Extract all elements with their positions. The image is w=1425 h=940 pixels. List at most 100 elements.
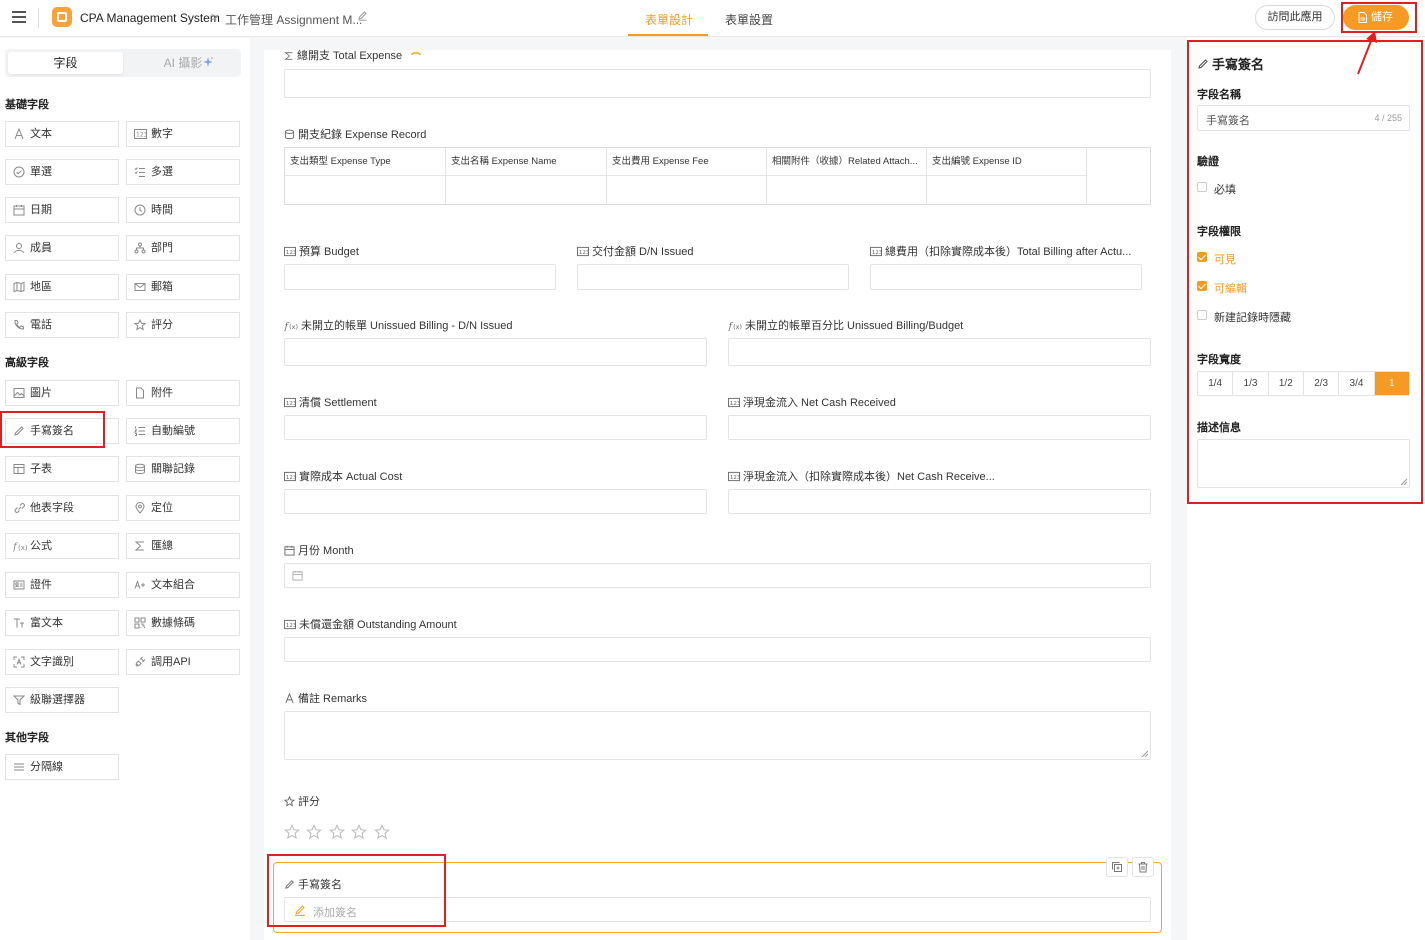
tab-form-design[interactable]: 表單設計	[645, 11, 693, 28]
field-divider[interactable]: 分隔線	[5, 754, 119, 780]
divider	[38, 8, 39, 28]
total-expense-input[interactable]	[284, 69, 1151, 98]
required-checkbox[interactable]	[1197, 182, 1207, 192]
field-phone[interactable]: 電話	[5, 312, 119, 338]
visible-checkbox[interactable]	[1197, 252, 1207, 262]
field-id-card[interactable]: 證件	[5, 572, 119, 598]
width-option-1-2[interactable]: 1/2	[1269, 372, 1304, 395]
tab-ai-photo[interactable]: AI 攝影	[128, 52, 238, 74]
calendar-icon[interactable]	[292, 570, 303, 581]
rating-star-icon[interactable]	[329, 824, 345, 840]
field-text[interactable]: 文本	[5, 121, 119, 147]
field-image-label: 圖片	[30, 387, 52, 399]
table-icon	[13, 463, 25, 475]
field-auto-number[interactable]: 自動編號	[126, 418, 240, 444]
width-option-2-3[interactable]: 2/3	[1304, 372, 1340, 395]
clock-icon	[134, 204, 146, 216]
delete-field-button[interactable]	[1132, 857, 1154, 877]
field-region[interactable]: 地區	[5, 274, 119, 300]
field-location[interactable]: 定位	[126, 495, 240, 521]
field-name-label: 字段名稱	[1197, 89, 1241, 101]
numbered-list-icon	[134, 425, 146, 437]
field-single-select[interactable]: 單選	[5, 159, 119, 185]
field-attachment[interactable]: 附件	[126, 380, 240, 406]
rating-star-icon[interactable]	[284, 824, 300, 840]
field-time[interactable]: 時間	[126, 197, 240, 223]
expense-record-subtable[interactable]: 支出類型 Expense Type 支出名稱 Expense Name 支出費用…	[284, 147, 1151, 205]
field-summary[interactable]: 匯總	[126, 533, 240, 559]
map-icon	[13, 281, 25, 293]
field-member[interactable]: 成員	[5, 235, 119, 261]
location-pin-icon	[134, 502, 146, 514]
field-image[interactable]: 圖片	[5, 380, 119, 406]
width-option-1-4[interactable]: 1/4	[1198, 372, 1234, 395]
field-ocr[interactable]: 文字識別	[5, 649, 119, 675]
resize-handle-icon[interactable]	[1400, 478, 1407, 485]
unissued-billing-input[interactable]	[284, 338, 707, 366]
settlement-input[interactable]	[284, 415, 707, 440]
field-email[interactable]: 郵箱	[126, 274, 240, 300]
field-text-combo[interactable]: 文本組合	[126, 572, 240, 598]
cascade-icon	[13, 694, 25, 706]
width-selector: 1/4 1/3 1/2 2/3 3/4 1	[1197, 371, 1410, 396]
duplicate-field-button[interactable]	[1106, 857, 1128, 877]
field-linked-record[interactable]: 關聯記錄	[126, 456, 240, 482]
field-rich-text[interactable]: 富文本	[5, 610, 119, 636]
tab-form-settings[interactable]: 表單設置	[725, 11, 773, 28]
field-api[interactable]: 調用API	[126, 649, 240, 675]
subtable-header: 相關附件（收據）Related Attach...	[767, 148, 926, 176]
rating-star-icon[interactable]	[306, 824, 322, 840]
total-billing-input[interactable]	[870, 264, 1142, 290]
hide-on-create-checkbox[interactable]	[1197, 310, 1207, 320]
subtable-column: 支出名稱 Expense Name	[446, 148, 607, 204]
unissued-pct-input[interactable]	[728, 338, 1151, 366]
subtable-column: 支出編號 Expense ID	[927, 148, 1087, 204]
function-icon: f (x)	[728, 320, 742, 331]
number-icon: 123	[577, 246, 589, 257]
field-signature[interactable]: 手寫簽名	[5, 418, 119, 444]
add-signature-field[interactable]: 添加簽名	[284, 897, 1151, 922]
field-subtable[interactable]: 子表	[5, 456, 119, 482]
scan-icon	[13, 656, 25, 668]
field-formula[interactable]: f (x) 公式	[5, 533, 119, 559]
phone-icon	[13, 319, 25, 331]
field-lookup[interactable]: 他表字段	[5, 495, 119, 521]
resize-handle-icon[interactable]	[1141, 750, 1148, 757]
field-rating[interactable]: 評分	[126, 312, 240, 338]
field-date-label: 日期	[30, 204, 52, 216]
month-input[interactable]	[284, 563, 1151, 588]
hide-on-create-label: 新建記錄時隱藏	[1214, 312, 1291, 324]
remarks-textarea[interactable]	[284, 711, 1151, 760]
field-department[interactable]: 部門	[126, 235, 240, 261]
field-name-counter: 4 / 255	[1374, 113, 1402, 123]
visit-app-button[interactable]: 訪問此應用	[1255, 5, 1335, 30]
link-icon	[13, 502, 26, 514]
net-cash-input[interactable]	[728, 415, 1151, 440]
tab-fields[interactable]: 字段	[8, 52, 123, 74]
field-date[interactable]: 日期	[5, 197, 119, 223]
width-option-1-3[interactable]: 1/3	[1233, 372, 1269, 395]
rating-star-icon[interactable]	[351, 824, 367, 840]
field-multi-select[interactable]: 多選	[126, 159, 240, 185]
field-name-input[interactable]: 手寫簽名 4 / 255	[1197, 105, 1410, 131]
dn-issued-input[interactable]	[577, 264, 849, 290]
edit-name-icon[interactable]	[357, 10, 368, 21]
editable-checkbox[interactable]	[1197, 281, 1207, 291]
description-label: 描述信息	[1197, 422, 1241, 434]
file-icon	[134, 387, 146, 399]
field-label-budget: 123 預算 Budget	[284, 246, 359, 258]
net-cash-after-input[interactable]	[728, 489, 1151, 514]
rating-star-icon[interactable]	[374, 824, 390, 840]
actual-cost-input[interactable]	[284, 489, 707, 514]
width-option-3-4[interactable]: 3/4	[1339, 372, 1375, 395]
budget-input[interactable]	[284, 264, 556, 290]
field-barcode[interactable]: 數據條碼	[126, 610, 240, 636]
save-button[interactable]: 儲存	[1343, 5, 1409, 30]
field-number[interactable]: 123 數字	[126, 121, 240, 147]
menu-icon[interactable]	[12, 11, 26, 23]
signature-pen-icon	[294, 904, 306, 916]
outstanding-input[interactable]	[284, 637, 1151, 662]
field-cascader[interactable]: 級聯選擇器	[5, 687, 119, 713]
width-option-full[interactable]: 1	[1374, 372, 1409, 395]
description-textarea[interactable]	[1197, 439, 1410, 488]
